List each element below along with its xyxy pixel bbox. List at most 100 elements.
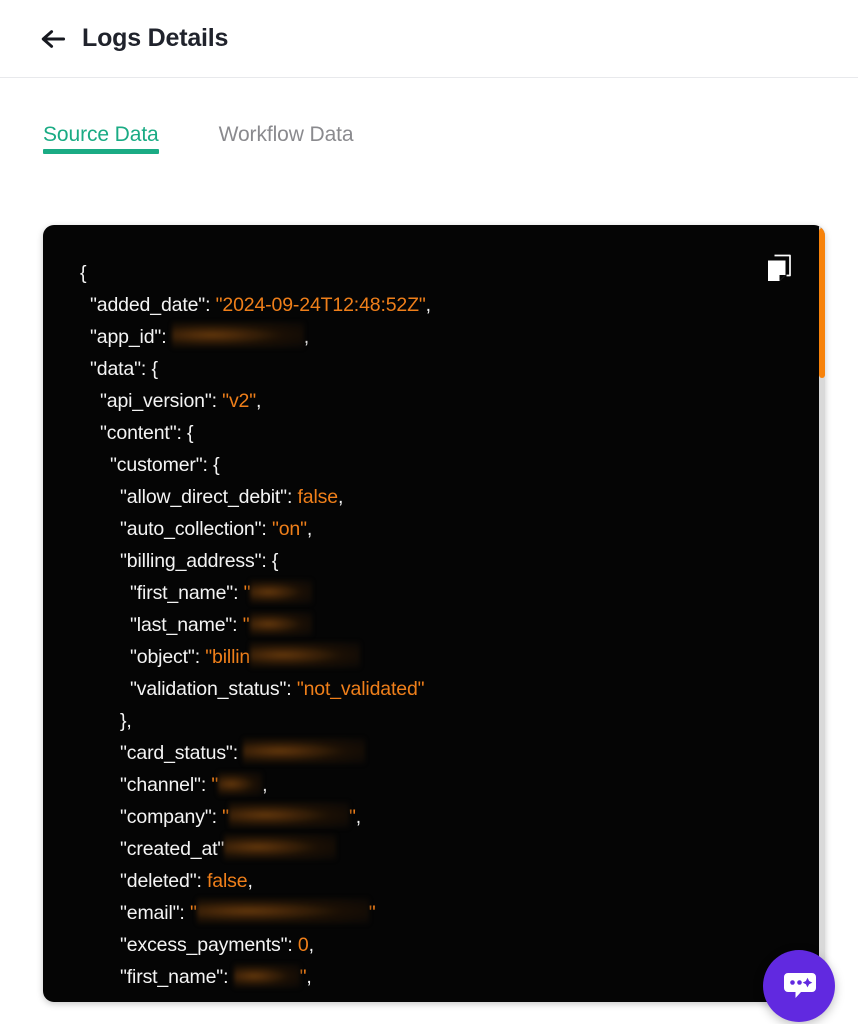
json-line: "app_id": , [43,321,825,353]
json-token-punc: : [200,774,212,796]
json-token-str: " [348,806,356,828]
json-token-punc: : [205,294,216,316]
app-header: Logs Details [0,0,858,78]
json-line: "data": { [43,353,825,385]
json-token-key: "last_name" [130,614,233,636]
json-line: "added_date": "2024-09-24T12:48:52Z", [43,289,825,321]
json-token-key: "added_date" [90,294,206,316]
json-token-punc: , [262,774,268,796]
json-line: "last_name": " [43,609,825,641]
json-line: "api_version": "v2", [43,385,825,417]
tab-source-data[interactable]: Source Data [43,123,159,176]
json-token-key: "first_name" [130,582,234,604]
json-token-num: 0 [297,934,309,956]
redacted-value [250,642,361,668]
json-line: "allow_direct_debit": false, [43,481,825,513]
json-token-punc: : { [140,358,158,380]
redacted-value [171,322,304,348]
json-token-punc: : [194,646,206,668]
json-token-bool: false [297,486,339,508]
arrow-left-icon [39,27,67,51]
redacted-value [243,738,366,764]
json-token-key: "email" [120,902,180,924]
json-line: "excess_payments": 0, [43,929,825,961]
json-line: "first_name": " [43,577,825,609]
json-token-key: "data" [90,358,141,380]
json-token-punc: , [308,934,314,956]
json-token-punc: , [303,326,310,348]
json-token-punc: , [306,518,313,540]
tab-bar: Source Data Workflow Data [0,78,858,176]
back-button[interactable] [36,22,70,56]
json-token-punc: : { [202,454,220,476]
copy-icon[interactable] [766,254,792,282]
json-token-punc: : [232,614,243,636]
json-line: "billing_address": { [43,545,825,577]
json-token-punc: : [196,870,208,892]
source-data-json-panel: {"added_date": "2024-09-24T12:48:52Z", "a… [43,225,825,1002]
json-line: "channel": ", [43,769,825,801]
json-token-punc: : [223,966,234,988]
json-token-punc: : { [176,422,194,444]
json-token-punc: : [286,678,297,700]
json-token-key: "object" [130,646,195,668]
page-title: Logs Details [82,24,229,52]
json-token-punc: : [261,518,272,540]
json-token-key: "created_at" [120,838,225,860]
json-token-key: "customer" [110,454,203,476]
json-token-key: "billing_address" [120,550,262,572]
json-token-punc: : [233,582,244,604]
json-token-key: "channel" [120,774,201,796]
json-token-punc: : [161,326,172,348]
json-line: "validation_status": "not_validated" [43,673,825,705]
json-line: { [43,257,825,289]
json-token-punc: : [287,934,298,956]
json-token-punc: : [179,902,190,924]
scrollbar-track[interactable] [819,225,825,1002]
json-token-str: " [243,582,251,604]
json-token-punc: : [232,742,244,764]
json-line: "created_at" [43,833,825,865]
json-token-key: "validation_status" [130,678,287,700]
json-token-key: "excess_payments" [120,934,288,956]
json-token-key: "app_id" [90,326,162,348]
json-token-str: "billin [205,646,251,668]
redacted-value [196,898,369,924]
tab-workflow-data[interactable]: Workflow Data [219,123,354,176]
json-line: "auto_collection": "on", [43,513,825,545]
redacted-value [249,612,312,636]
json-line: "card_status": [43,737,825,769]
json-token-punc: : [211,806,223,828]
json-line: "deleted": false, [43,865,825,897]
json-token-punc: , [306,966,312,988]
json-token-key: "content" [100,422,177,444]
json-line: "content": { [43,417,825,449]
json-token-punc: , [247,870,253,892]
json-token-str: "not_validated" [296,678,425,700]
json-token-punc: , [337,486,344,508]
json-token-bool: false [207,870,248,892]
chat-widget-button[interactable] [763,950,835,1022]
json-token-key: "first_name" [120,966,224,988]
json-token-str: " [368,902,376,924]
json-token-punc: { [80,262,87,284]
json-token-str: "v2" [222,390,257,412]
json-token-key: "allow_direct_debit" [120,486,287,508]
scrollbar-thumb[interactable] [819,228,825,378]
json-token-str: " [211,774,219,796]
json-code-block[interactable]: {"added_date": "2024-09-24T12:48:52Z", "a… [43,225,825,993]
json-token-str: "on" [271,518,307,540]
json-token-key: "api_version" [100,390,212,412]
redacted-value [228,802,349,828]
json-line: "company": " ", [43,801,825,833]
json-token-str: " [189,902,197,924]
json-token-str: " [222,806,229,828]
chat-bubble-icon [779,964,819,1009]
json-token-key: "card_status" [120,742,233,764]
json-line: "customer": { [43,449,825,481]
json-line: "email": " " [43,897,825,929]
json-token-key: "deleted" [120,870,197,892]
json-token-punc: , [425,294,431,316]
json-token-punc: , [355,806,362,828]
json-token-str: "2024-09-24T12:48:52Z" [215,294,426,316]
